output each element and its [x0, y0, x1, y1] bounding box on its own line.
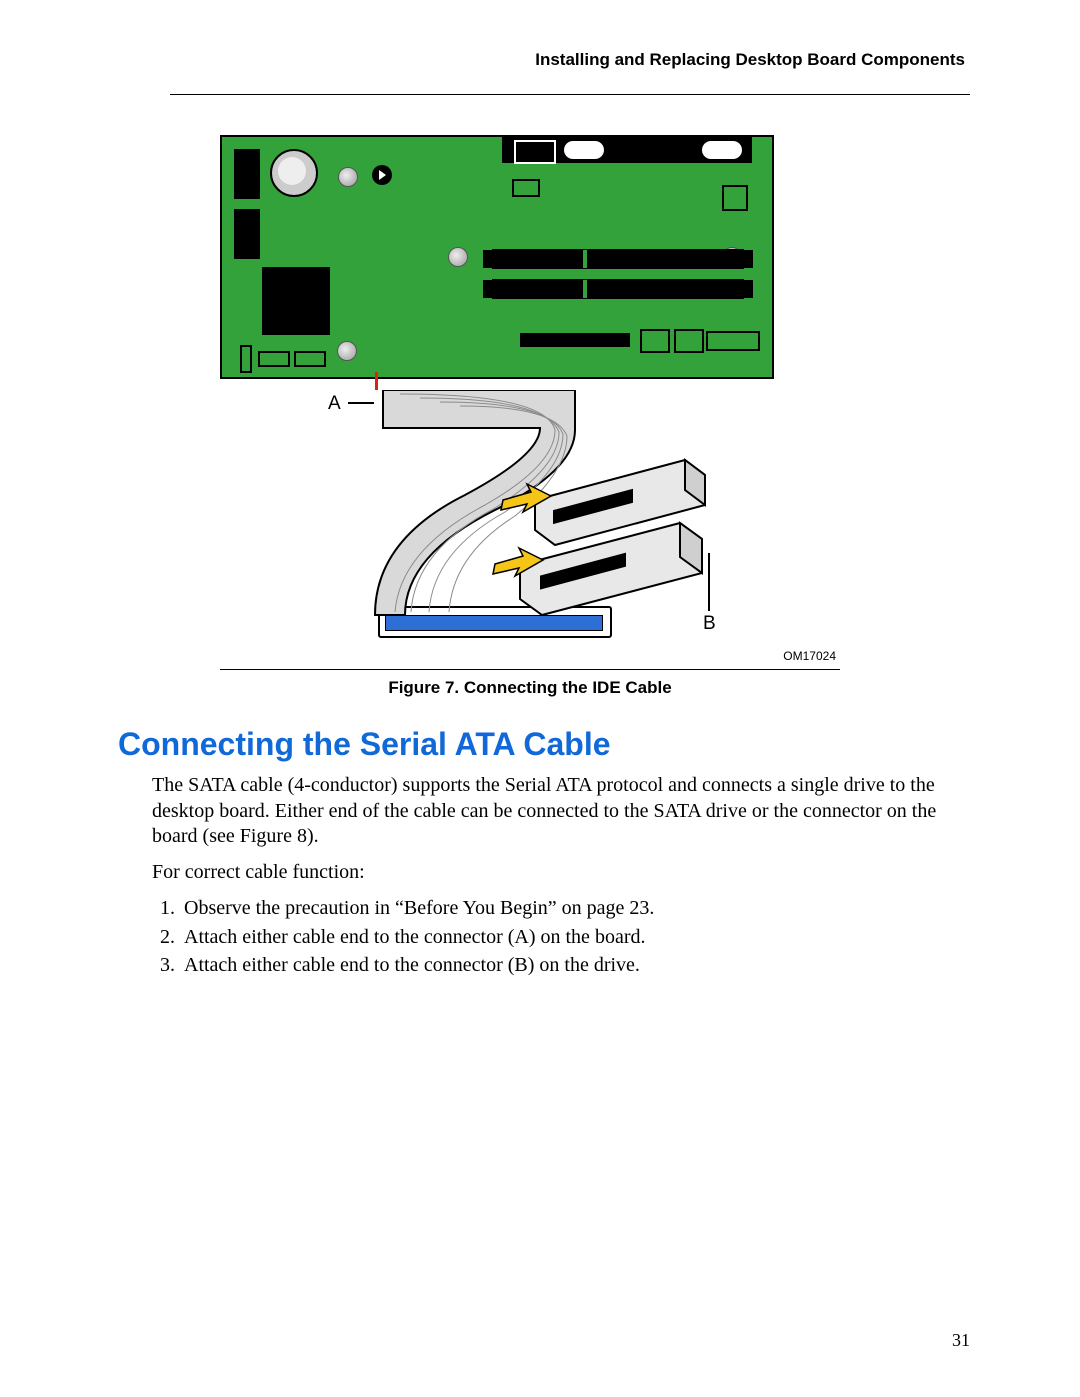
figure-caption: Figure 7. Connecting the IDE Cable [220, 678, 840, 698]
callout-label-a: A [328, 393, 341, 415]
header-rule [170, 94, 970, 95]
header-outline [258, 351, 290, 367]
figure-illustration: A [220, 135, 840, 635]
header-outline [512, 179, 540, 197]
list-item: Attach either cable end to the connector… [180, 924, 970, 950]
dimm-slot [492, 249, 744, 269]
header-pins [520, 333, 630, 347]
header-outline [706, 331, 760, 351]
section-body: The SATA cable (4-conductor) supports th… [152, 773, 960, 885]
callout-leader [708, 553, 710, 611]
steps-list: Observe the precaution in “Before You Be… [152, 895, 970, 978]
standoff-hole-icon [337, 341, 357, 361]
paragraph: The SATA cable (4-conductor) supports th… [152, 773, 960, 850]
header-outline [674, 329, 704, 353]
rear-io-plate-icon [234, 209, 260, 259]
paragraph: For correct cable function: [152, 860, 960, 886]
standoff-hole-icon [338, 167, 358, 187]
pin1-stripe [375, 372, 378, 390]
callout-label-b: B [703, 613, 716, 635]
list-item: Attach either cable end to the connector… [180, 952, 970, 978]
chipset-icon [262, 267, 330, 335]
header-outline [640, 329, 670, 353]
figure-7: A [220, 135, 840, 698]
figure-rule [220, 669, 840, 670]
header-outline [722, 185, 748, 211]
standoff-hole-icon [448, 247, 468, 267]
play-icon [372, 165, 392, 185]
port-cutout-detail [564, 141, 604, 159]
rear-io-plate-icon [234, 149, 260, 199]
header-outline [240, 345, 252, 373]
desktop-board [220, 135, 774, 379]
port-cutout-detail [514, 140, 556, 164]
port-cutout-detail [702, 141, 742, 159]
coin-cell-battery-icon [270, 149, 318, 197]
section-heading: Connecting the Serial ATA Cable [118, 726, 970, 763]
figure-image-code: OM17024 [783, 649, 836, 663]
running-header: Installing and Replacing Desktop Board C… [120, 50, 965, 70]
list-item: Observe the precaution in “Before You Be… [180, 895, 970, 921]
dimm-slot [492, 279, 744, 299]
header-outline [294, 351, 326, 367]
ide-cable-icon [345, 390, 715, 630]
page-number: 31 [952, 1330, 970, 1351]
ide-ribbon-assembly [345, 390, 715, 620]
